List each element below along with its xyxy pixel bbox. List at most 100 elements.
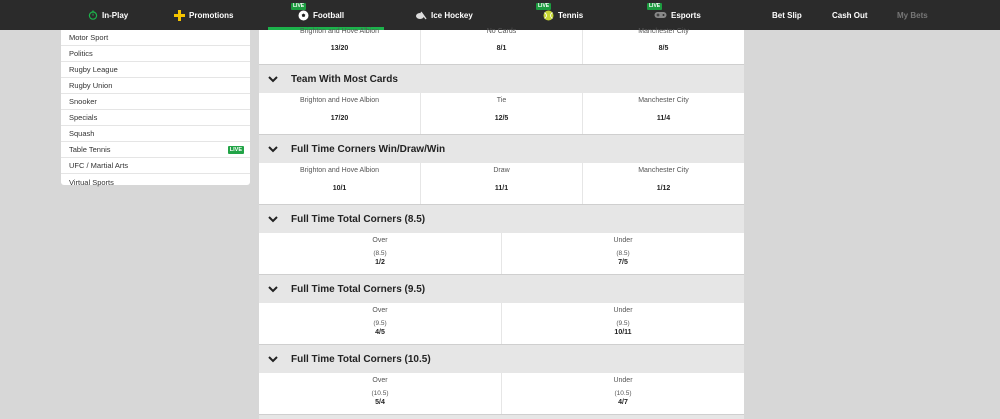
nav-cashout[interactable]: Cash Out	[832, 0, 868, 30]
sidebar-item-ufc[interactable]: UFC / Martial Arts	[61, 158, 250, 174]
plus-icon	[174, 9, 185, 21]
nav-mybets-label: My Bets	[897, 10, 928, 20]
market-partial: Brighton and Hove Albion 13/20 No Cards …	[259, 28, 744, 64]
nav-promotions-label: Promotions	[189, 10, 234, 20]
live-badge: LIVE	[291, 2, 307, 10]
selection-over[interactable]: Over (10.5) 5/4	[259, 373, 502, 414]
market-title: Full Time Total Corners (9.5)	[291, 283, 426, 295]
market-title: Full Time Total Corners (10.5)	[291, 353, 431, 365]
selection-under[interactable]: Under (9.5) 10/11	[502, 303, 744, 344]
sidebar-item-label: Virtual Sports	[69, 177, 114, 187]
market-header[interactable]: Full Time Corners Win/Draw/Win	[259, 134, 744, 163]
sidebar-item-rugby-league[interactable]: Rugby League	[61, 62, 250, 78]
sports-sidebar: Motor Sport Politics Rugby League Rugby …	[61, 30, 250, 187]
selection-odds: 7/5	[618, 259, 628, 266]
sidebar-item-label: Squash	[69, 129, 95, 138]
nav-promotions[interactable]: Promotions	[174, 0, 233, 30]
sidebar-item-squash[interactable]: Squash	[61, 126, 250, 142]
selection-label: Draw	[493, 167, 510, 174]
selection-label: Brighton and Hove Albion	[300, 167, 379, 174]
selection-home[interactable]: Brighton and Hove Albion 13/20	[259, 28, 421, 64]
sidebar-item-specials[interactable]: Specials	[61, 110, 250, 126]
handicap-line: (8.5)	[616, 250, 630, 257]
nav-betslip-label: Bet Slip	[772, 10, 802, 20]
chevron-down-icon	[268, 75, 282, 83]
sidebar-item-label: Snooker	[69, 97, 97, 106]
selection-odds: 12/5	[494, 115, 509, 122]
sidebar-item-table-tennis[interactable]: Table Tennis LIVE	[61, 142, 250, 158]
live-badge: LIVE	[536, 2, 552, 10]
live-badge: LIVE	[227, 145, 244, 154]
sidebar-item-virtual-sports[interactable]: Virtual Sports	[61, 174, 250, 190]
nav-cashout-label: Cash Out	[832, 10, 868, 20]
selection-label: Brighton and Hove Albion	[300, 97, 379, 104]
chevron-down-icon	[268, 215, 282, 223]
football-icon: LIVE	[291, 2, 309, 21]
selection-away[interactable]: Manchester City 8/5	[583, 28, 744, 64]
market-header[interactable]: Full Time Total Corners (8.5)	[259, 204, 744, 233]
selection-draw[interactable]: No Cards 8/1	[421, 28, 583, 64]
selection-odds: 8/1	[496, 45, 507, 52]
selection-odds: 1/12	[656, 185, 671, 192]
selection-draw[interactable]: Draw 11/1	[421, 163, 583, 204]
selection-odds: 5/4	[375, 399, 385, 406]
selection-odds: 4/7	[618, 399, 628, 406]
market-title: Full Time Corners Win/Draw/Win	[291, 143, 446, 155]
selection-over[interactable]: Over (9.5) 4/5	[259, 303, 502, 344]
market-corners-9-5: Over (9.5) 4/5 Under (9.5) 10/11	[259, 303, 744, 344]
tennis-ball-icon: LIVE	[536, 2, 554, 21]
selection-label: Over	[372, 377, 388, 384]
selection-odds: 4/5	[375, 329, 385, 336]
chevron-down-icon	[268, 145, 282, 153]
chevron-down-icon	[268, 285, 282, 293]
market-corners-wdw: Brighton and Hove Albion 10/1 Draw 11/1 Ma…	[259, 163, 744, 204]
selection-away[interactable]: Manchester City 1/12	[583, 163, 744, 204]
sidebar-item-politics[interactable]: Politics	[61, 46, 250, 62]
nav-icehockey[interactable]: Ice Hockey	[415, 0, 473, 30]
selection-label: Under	[613, 377, 633, 384]
selection-label: Manchester City	[638, 97, 689, 104]
selection-odds: 11/4	[656, 115, 671, 122]
selection-odds: 13/20	[330, 45, 349, 52]
market-header[interactable]: Full Time Total Corners (9.5)	[259, 274, 744, 303]
selection-home[interactable]: Brighton and Hove Albion 10/1	[259, 163, 421, 204]
sidebar-item-label: UFC / Martial Arts	[69, 161, 129, 170]
market-title: Team With Most Cards	[291, 73, 398, 85]
nav-football[interactable]: LIVE Football	[267, 0, 385, 30]
market-header[interactable]	[259, 414, 744, 419]
selection-under[interactable]: Under (8.5) 7/5	[502, 233, 744, 274]
nav-mybets[interactable]: My Bets	[897, 0, 928, 30]
nav-esports[interactable]: LIVE Esports	[647, 0, 701, 30]
market-header[interactable]: Team With Most Cards	[259, 64, 744, 93]
market-header[interactable]: Full Time Total Corners (10.5)	[259, 344, 744, 373]
selection-label: Manchester City	[638, 28, 689, 35]
market-most-cards: Brighton and Hove Albion 17/20 Tie 12/5 Ma…	[259, 93, 744, 134]
selection-label: Brighton and Hove Albion	[300, 28, 379, 35]
sidebar-item-motor-sport[interactable]: Motor Sport	[61, 30, 250, 46]
selection-over[interactable]: Over (8.5) 1/2	[259, 233, 502, 274]
selection-label: Over	[372, 237, 388, 244]
sidebar-item-snooker[interactable]: Snooker	[61, 94, 250, 110]
selection-away[interactable]: Manchester City 11/4	[583, 93, 744, 134]
selection-under[interactable]: Under (10.5) 4/7	[502, 373, 744, 414]
nav-inplay[interactable]: In-Play	[88, 0, 128, 30]
sidebar-item-label: Politics	[69, 49, 93, 58]
selection-home[interactable]: Brighton and Hove Albion 17/20	[259, 93, 421, 134]
selection-odds: 10/11	[614, 329, 632, 336]
live-badge: LIVE	[647, 3, 663, 10]
selection-odds: 1/2	[375, 259, 385, 266]
chevron-down-icon	[268, 355, 282, 363]
nav-tennis-label: Tennis	[558, 10, 584, 20]
market-corners-10-5: Over (10.5) 5/4 Under (10.5) 4/7	[259, 373, 744, 414]
puck-icon	[415, 10, 427, 21]
nav-betslip[interactable]: Bet Slip	[772, 0, 802, 30]
stopwatch-icon	[88, 10, 98, 20]
sidebar-item-rugby-union[interactable]: Rugby Union	[61, 78, 250, 94]
selection-label: Manchester City	[638, 167, 689, 174]
market-corners-8-5: Over (8.5) 1/2 Under (8.5) 7/5	[259, 233, 744, 274]
selection-tie[interactable]: Tie 12/5	[421, 93, 583, 134]
selection-odds: 8/5	[658, 45, 669, 52]
nav-tennis[interactable]: LIVE Tennis	[536, 0, 584, 30]
nav-inplay-label: In-Play	[102, 10, 129, 20]
selection-label: Under	[613, 307, 633, 314]
